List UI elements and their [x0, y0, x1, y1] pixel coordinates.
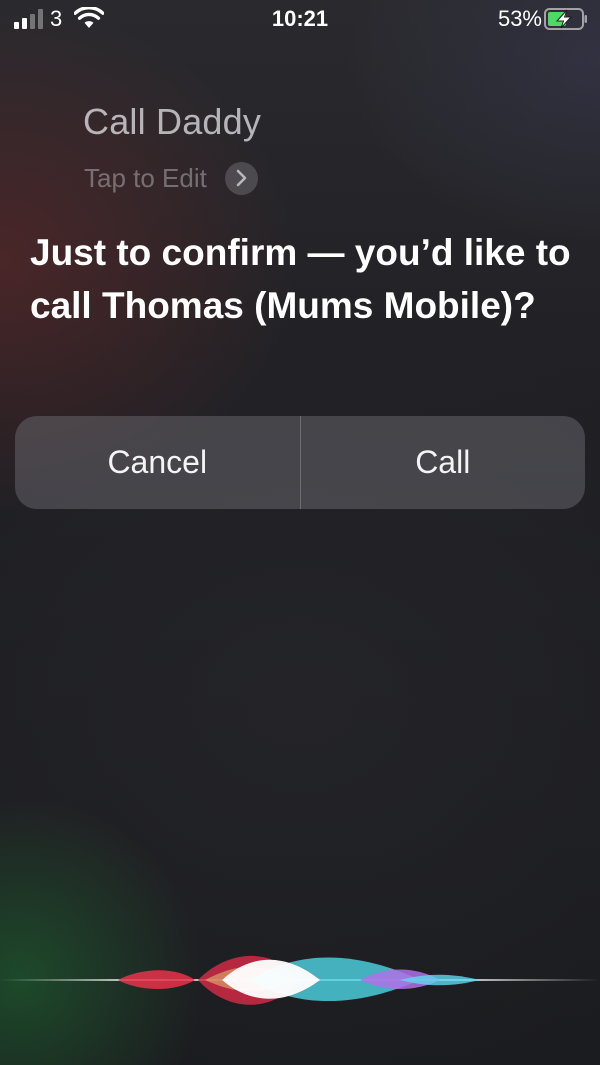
- status-bar: 3 10:21 53%: [0, 0, 600, 40]
- battery-percentage: 53%: [497, 6, 542, 31]
- siri-response-text: Just to confirm — you’d like to call Tho…: [30, 232, 571, 326]
- cancel-button[interactable]: Cancel: [15, 416, 300, 509]
- confirmation-buttons: Cancel Call: [15, 416, 585, 509]
- siri-waveform-icon[interactable]: [0, 930, 600, 1030]
- tap-to-edit-button[interactable]: Tap to Edit: [84, 161, 258, 195]
- call-button[interactable]: Call: [301, 416, 586, 509]
- tap-to-edit-label: Tap to Edit: [84, 162, 207, 193]
- battery-charging-icon: [544, 8, 587, 30]
- siri-query-text: Call Daddy: [83, 101, 262, 142]
- siri-screen: 3 10:21 53% Call Daddy Tap to Edit Just …: [0, 0, 600, 1065]
- chevron-right-icon: [224, 161, 258, 195]
